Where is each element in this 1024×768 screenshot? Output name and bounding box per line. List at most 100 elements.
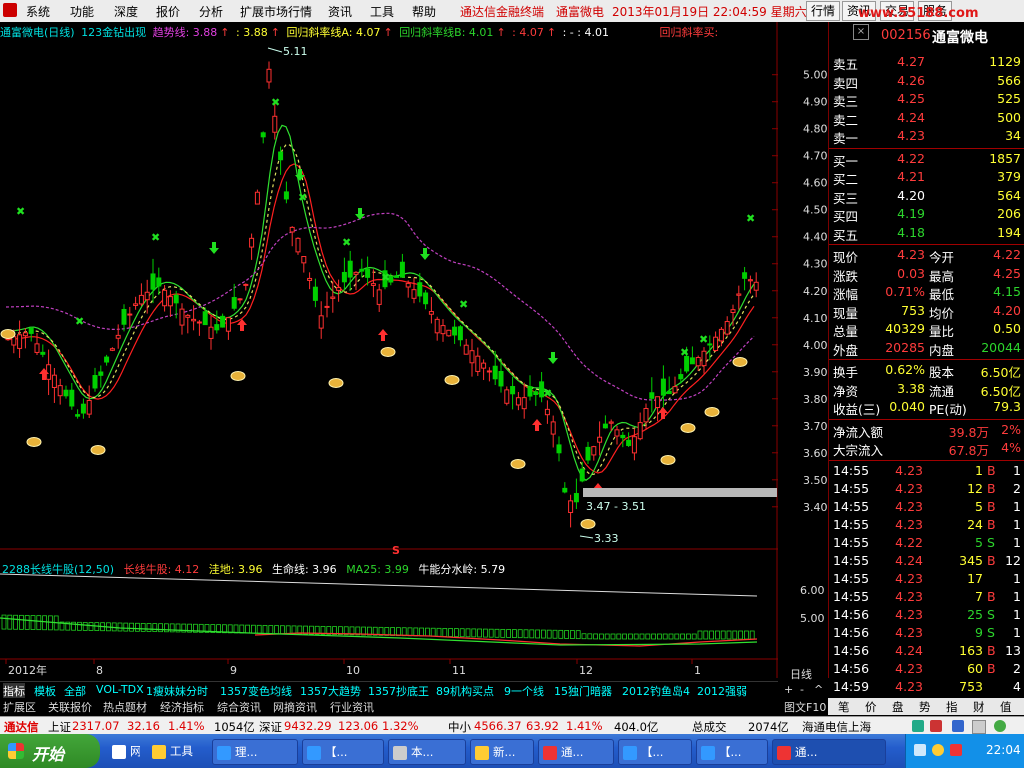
candle[interactable] bbox=[260, 131, 266, 144]
candle[interactable] bbox=[689, 346, 695, 365]
candle[interactable] bbox=[440, 319, 446, 342]
candle[interactable] bbox=[301, 256, 307, 273]
taskbar-button[interactable]: 新... bbox=[470, 739, 534, 765]
candle[interactable] bbox=[133, 296, 139, 310]
tray-icon[interactable] bbox=[914, 744, 926, 756]
alert-icon[interactable] bbox=[930, 720, 942, 732]
candle[interactable] bbox=[51, 367, 57, 403]
extension-tab[interactable]: 热点题材 bbox=[103, 699, 147, 715]
indicator-tab[interactable]: 模板 bbox=[34, 683, 56, 699]
candle[interactable] bbox=[585, 441, 591, 465]
candle[interactable] bbox=[481, 359, 487, 381]
taskbar-button[interactable]: 网络 bbox=[108, 739, 140, 763]
taskbar-button[interactable]: 本... bbox=[388, 739, 466, 765]
indicator-tab[interactable]: 2012强弱 bbox=[697, 683, 747, 699]
candle[interactable] bbox=[428, 297, 434, 324]
candle[interactable] bbox=[457, 325, 463, 347]
candle[interactable] bbox=[359, 258, 365, 278]
candle[interactable] bbox=[225, 317, 231, 340]
indicator-tab[interactable]: 1357大趋势 bbox=[300, 683, 361, 699]
candle[interactable] bbox=[127, 306, 133, 328]
candle[interactable] bbox=[109, 347, 115, 352]
candle[interactable] bbox=[86, 385, 92, 418]
extension-tab[interactable]: 行业资讯 bbox=[330, 699, 374, 715]
candle[interactable] bbox=[527, 375, 533, 401]
candle[interactable] bbox=[208, 315, 214, 350]
buy-level-row[interactable]: 买三 4.20 564 bbox=[829, 188, 1024, 206]
candle[interactable] bbox=[138, 283, 144, 307]
candle[interactable] bbox=[434, 316, 440, 341]
menu-function[interactable]: 功能 bbox=[70, 3, 94, 20]
buy-level-row[interactable]: 买二 4.21 379 bbox=[829, 169, 1024, 187]
right-panel-tab[interactable]: 财 bbox=[973, 699, 985, 715]
buy-level-row[interactable]: 买一 4.22 1857 bbox=[829, 151, 1024, 169]
indicator-tab[interactable]: VOL-TDX bbox=[96, 683, 144, 696]
right-panel-tab[interactable]: 笔 bbox=[838, 699, 850, 715]
tray-icon[interactable] bbox=[950, 744, 962, 756]
candle[interactable] bbox=[742, 266, 748, 291]
candle[interactable] bbox=[318, 301, 324, 339]
candle[interactable] bbox=[655, 396, 661, 422]
indicator-tab[interactable]: 1瘦妹妹分时 bbox=[146, 683, 208, 699]
candle[interactable] bbox=[365, 256, 371, 286]
candle[interactable] bbox=[179, 303, 185, 335]
candle[interactable] bbox=[533, 389, 539, 406]
candle[interactable] bbox=[272, 104, 278, 140]
extension-tab[interactable]: 扩展区 bbox=[3, 699, 36, 715]
candle[interactable] bbox=[666, 376, 672, 395]
candle[interactable] bbox=[486, 367, 492, 382]
candle[interactable] bbox=[353, 271, 359, 291]
candlestick-chart[interactable]: 5.00 4.90 4.80 4.70 4.60 4.50 4.40 4.30 4.20 4.10… bbox=[0, 22, 828, 678]
taskbar-button[interactable]: 通... bbox=[772, 739, 886, 765]
candle[interactable] bbox=[115, 324, 121, 349]
zoom-out-button[interactable]: - bbox=[800, 683, 804, 696]
candle[interactable] bbox=[266, 61, 272, 89]
right-panel-tab[interactable]: 指 bbox=[946, 699, 958, 715]
candle[interactable] bbox=[231, 283, 237, 311]
candle[interactable] bbox=[405, 280, 411, 298]
sell-level-row[interactable]: 卖五 4.27 1129 bbox=[829, 54, 1024, 72]
btn-quote[interactable]: 行情 bbox=[806, 1, 841, 21]
indicator-tab[interactable]: 15独门暗器 bbox=[554, 683, 612, 699]
candle[interactable] bbox=[214, 310, 220, 334]
candle[interactable] bbox=[295, 237, 301, 255]
taskbar-button[interactable]: 【... bbox=[618, 739, 692, 765]
taskbar-button[interactable]: 理... bbox=[212, 739, 298, 765]
sell-level-row[interactable]: 卖三 4.25 525 bbox=[829, 91, 1024, 109]
candle[interactable] bbox=[196, 319, 202, 336]
candle[interactable] bbox=[649, 377, 655, 413]
candle[interactable] bbox=[423, 290, 429, 310]
candle[interactable] bbox=[446, 329, 452, 337]
buy-level-row[interactable]: 买四 4.19 206 bbox=[829, 206, 1024, 224]
candle[interactable] bbox=[150, 258, 156, 304]
candle[interactable] bbox=[475, 347, 481, 376]
candle[interactable] bbox=[562, 482, 568, 494]
candle[interactable] bbox=[626, 432, 632, 448]
candle[interactable] bbox=[341, 257, 347, 291]
candle[interactable] bbox=[544, 400, 550, 424]
menu-depth[interactable]: 深度 bbox=[114, 3, 138, 20]
candle[interactable] bbox=[57, 378, 63, 405]
candle[interactable] bbox=[579, 461, 585, 483]
candle[interactable] bbox=[701, 347, 707, 374]
sell-level-row[interactable]: 卖一 4.23 34 bbox=[829, 128, 1024, 146]
menu-ext-market[interactable]: 扩展市场行情 bbox=[240, 3, 312, 20]
candle[interactable] bbox=[521, 382, 527, 419]
candle[interactable] bbox=[63, 385, 69, 399]
candle[interactable] bbox=[394, 271, 400, 278]
indicator-tab[interactable]: 全部 bbox=[64, 683, 86, 699]
candle[interactable] bbox=[724, 316, 730, 336]
candle[interactable] bbox=[17, 320, 23, 358]
zoom-in-button[interactable]: + bbox=[784, 683, 793, 696]
candle[interactable] bbox=[312, 278, 318, 308]
candle[interactable] bbox=[602, 415, 608, 429]
menu-info[interactable]: 资讯 bbox=[328, 3, 352, 20]
candle[interactable] bbox=[591, 445, 597, 461]
extension-tab[interactable]: 关联报价 bbox=[48, 699, 92, 715]
menu-system[interactable]: 系统 bbox=[26, 3, 50, 20]
candle[interactable] bbox=[695, 355, 701, 372]
candle[interactable] bbox=[556, 436, 562, 462]
taskbar-button[interactable]: 通... bbox=[538, 739, 614, 765]
candle[interactable] bbox=[98, 365, 104, 388]
right-panel-tab[interactable]: 势 bbox=[919, 699, 931, 715]
